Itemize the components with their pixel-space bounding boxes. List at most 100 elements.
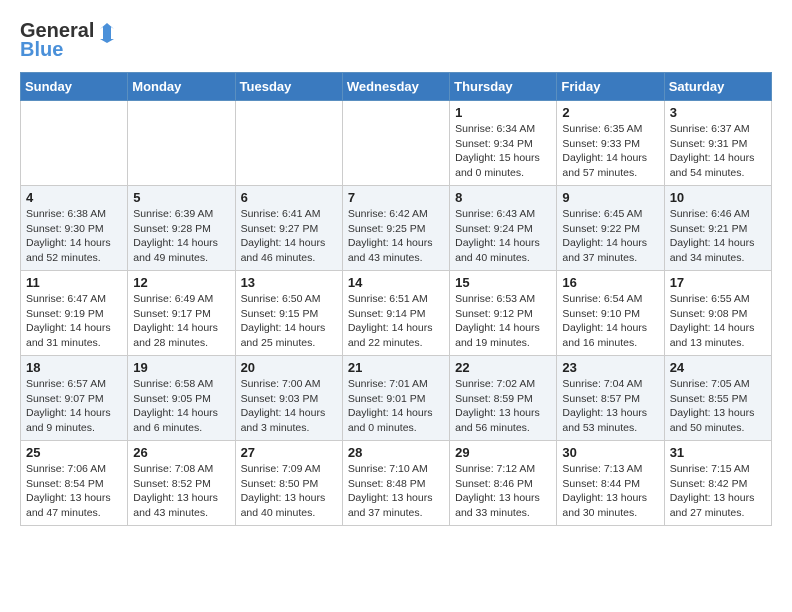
day-number: 21 bbox=[348, 360, 444, 375]
calendar-cell: 31Sunrise: 7:15 AMSunset: 8:42 PMDayligh… bbox=[664, 441, 771, 526]
day-number: 31 bbox=[670, 445, 766, 460]
day-info: Sunrise: 6:47 AMSunset: 9:19 PMDaylight:… bbox=[26, 292, 122, 351]
day-number: 16 bbox=[562, 275, 658, 290]
day-number: 5 bbox=[133, 190, 229, 205]
day-number: 26 bbox=[133, 445, 229, 460]
day-number: 1 bbox=[455, 105, 551, 120]
day-number: 4 bbox=[26, 190, 122, 205]
calendar-cell: 12 Sunrise: 6:49 AMSunset: 9:17 PMDayligh… bbox=[128, 271, 235, 356]
calendar-week-1: 1Sunrise: 6:34 AMSunset: 9:34 PMDaylight… bbox=[21, 101, 772, 186]
day-info: Sunrise: 6:35 AMSunset: 9:33 PMDaylight:… bbox=[562, 122, 658, 181]
day-info: Sunrise: 7:00 AMSunset: 9:03 PMDaylight:… bbox=[241, 377, 337, 436]
day-number: 8 bbox=[455, 190, 551, 205]
calendar-cell: 18 Sunrise: 6:57 AMSunset: 9:07 PMDayligh… bbox=[21, 356, 128, 441]
day-number: 28 bbox=[348, 445, 444, 460]
day-number: 13 bbox=[241, 275, 337, 290]
calendar-week-4: 18 Sunrise: 6:57 AMSunset: 9:07 PMDayligh… bbox=[21, 356, 772, 441]
day-info: Sunrise: 7:02 AMSunset: 8:59 PMDaylight:… bbox=[455, 377, 551, 436]
calendar-cell: 10 Sunrise: 6:46 AMSunset: 9:21 PMDayligh… bbox=[664, 186, 771, 271]
day-number: 18 bbox=[26, 360, 122, 375]
day-info: Sunrise: 6:50 AMSunset: 9:15 PMDaylight:… bbox=[241, 292, 337, 351]
day-info: Sunrise: 6:39 AMSunset: 9:28 PMDaylight:… bbox=[133, 207, 229, 266]
day-info: Sunrise: 6:38 AMSunset: 9:30 PMDaylight:… bbox=[26, 207, 122, 266]
header-day-sunday: Sunday bbox=[21, 73, 128, 101]
logo-bird-icon bbox=[96, 21, 118, 43]
day-info: Sunrise: 6:58 AMSunset: 9:05 PMDaylight:… bbox=[133, 377, 229, 436]
header-day-friday: Friday bbox=[557, 73, 664, 101]
day-info: Sunrise: 6:57 AMSunset: 9:07 PMDaylight:… bbox=[26, 377, 122, 436]
calendar-cell: 1Sunrise: 6:34 AMSunset: 9:34 PMDaylight… bbox=[450, 101, 557, 186]
day-number: 20 bbox=[241, 360, 337, 375]
day-info: Sunrise: 6:51 AMSunset: 9:14 PMDaylight:… bbox=[348, 292, 444, 351]
calendar-cell: 24 Sunrise: 7:05 AMSunset: 8:55 PMDayligh… bbox=[664, 356, 771, 441]
day-info: Sunrise: 6:41 AMSunset: 9:27 PMDaylight:… bbox=[241, 207, 337, 266]
day-number: 7 bbox=[348, 190, 444, 205]
calendar-cell: 30Sunrise: 7:13 AMSunset: 8:44 PMDayligh… bbox=[557, 441, 664, 526]
calendar-cell: 15Sunrise: 6:53 AMSunset: 9:12 PMDayligh… bbox=[450, 271, 557, 356]
day-info: Sunrise: 7:09 AMSunset: 8:50 PMDaylight:… bbox=[241, 462, 337, 521]
calendar-cell: 23 Sunrise: 7:04 AMSunset: 8:57 PMDayligh… bbox=[557, 356, 664, 441]
calendar-cell: 4 Sunrise: 6:38 AMSunset: 9:30 PMDaylight… bbox=[21, 186, 128, 271]
page-header: General Blue bbox=[20, 20, 772, 62]
calendar-cell: 5 Sunrise: 6:39 AMSunset: 9:28 PMDaylight… bbox=[128, 186, 235, 271]
day-info: Sunrise: 6:46 AMSunset: 9:21 PMDaylight:… bbox=[670, 207, 766, 266]
day-info: Sunrise: 6:45 AMSunset: 9:22 PMDaylight:… bbox=[562, 207, 658, 266]
day-number: 3 bbox=[670, 105, 766, 120]
calendar-cell: 19Sunrise: 6:58 AMSunset: 9:05 PMDayligh… bbox=[128, 356, 235, 441]
day-number: 11 bbox=[26, 275, 122, 290]
calendar-header-row: SundayMondayTuesdayWednesdayThursdayFrid… bbox=[21, 73, 772, 101]
logo-blue: Blue bbox=[20, 39, 63, 62]
day-info: Sunrise: 7:08 AMSunset: 8:52 PMDaylight:… bbox=[133, 462, 229, 521]
calendar-cell: 9 Sunrise: 6:45 AMSunset: 9:22 PMDaylight… bbox=[557, 186, 664, 271]
day-info: Sunrise: 7:12 AMSunset: 8:46 PMDaylight:… bbox=[455, 462, 551, 521]
day-number: 6 bbox=[241, 190, 337, 205]
calendar-cell: 8 Sunrise: 6:43 AMSunset: 9:24 PMDaylight… bbox=[450, 186, 557, 271]
calendar-cell: 29 Sunrise: 7:12 AMSunset: 8:46 PMDayligh… bbox=[450, 441, 557, 526]
header-day-thursday: Thursday bbox=[450, 73, 557, 101]
calendar-cell: 25 Sunrise: 7:06 AMSunset: 8:54 PMDayligh… bbox=[21, 441, 128, 526]
day-number: 23 bbox=[562, 360, 658, 375]
logo: General Blue bbox=[20, 20, 118, 62]
calendar-cell: 28Sunrise: 7:10 AMSunset: 8:48 PMDayligh… bbox=[342, 441, 449, 526]
calendar-week-2: 4 Sunrise: 6:38 AMSunset: 9:30 PMDaylight… bbox=[21, 186, 772, 271]
day-info: Sunrise: 6:54 AMSunset: 9:10 PMDaylight:… bbox=[562, 292, 658, 351]
calendar-cell: 11 Sunrise: 6:47 AMSunset: 9:19 PMDayligh… bbox=[21, 271, 128, 356]
calendar-cell: 6 Sunrise: 6:41 AMSunset: 9:27 PMDaylight… bbox=[235, 186, 342, 271]
header-day-monday: Monday bbox=[128, 73, 235, 101]
day-info: Sunrise: 7:06 AMSunset: 8:54 PMDaylight:… bbox=[26, 462, 122, 521]
day-info: Sunrise: 6:49 AMSunset: 9:17 PMDaylight:… bbox=[133, 292, 229, 351]
day-number: 22 bbox=[455, 360, 551, 375]
day-number: 24 bbox=[670, 360, 766, 375]
day-info: Sunrise: 7:04 AMSunset: 8:57 PMDaylight:… bbox=[562, 377, 658, 436]
day-number: 29 bbox=[455, 445, 551, 460]
calendar-cell bbox=[235, 101, 342, 186]
calendar-table: SundayMondayTuesdayWednesdayThursdayFrid… bbox=[20, 72, 772, 526]
day-number: 9 bbox=[562, 190, 658, 205]
calendar-cell: 2 Sunrise: 6:35 AMSunset: 9:33 PMDaylight… bbox=[557, 101, 664, 186]
day-number: 17 bbox=[670, 275, 766, 290]
day-number: 30 bbox=[562, 445, 658, 460]
day-info: Sunrise: 7:05 AMSunset: 8:55 PMDaylight:… bbox=[670, 377, 766, 436]
calendar-week-5: 25 Sunrise: 7:06 AMSunset: 8:54 PMDayligh… bbox=[21, 441, 772, 526]
calendar-cell: 16 Sunrise: 6:54 AMSunset: 9:10 PMDayligh… bbox=[557, 271, 664, 356]
day-info: Sunrise: 6:37 AMSunset: 9:31 PMDaylight:… bbox=[670, 122, 766, 181]
calendar-cell bbox=[342, 101, 449, 186]
day-info: Sunrise: 6:53 AMSunset: 9:12 PMDaylight:… bbox=[455, 292, 551, 351]
day-info: Sunrise: 6:42 AMSunset: 9:25 PMDaylight:… bbox=[348, 207, 444, 266]
header-day-tuesday: Tuesday bbox=[235, 73, 342, 101]
calendar-cell bbox=[128, 101, 235, 186]
calendar-cell: 21Sunrise: 7:01 AMSunset: 9:01 PMDayligh… bbox=[342, 356, 449, 441]
calendar-cell bbox=[21, 101, 128, 186]
day-number: 12 bbox=[133, 275, 229, 290]
calendar-week-3: 11 Sunrise: 6:47 AMSunset: 9:19 PMDayligh… bbox=[21, 271, 772, 356]
day-number: 10 bbox=[670, 190, 766, 205]
day-info: Sunrise: 6:55 AMSunset: 9:08 PMDaylight:… bbox=[670, 292, 766, 351]
header-day-saturday: Saturday bbox=[664, 73, 771, 101]
calendar-cell: 27Sunrise: 7:09 AMSunset: 8:50 PMDayligh… bbox=[235, 441, 342, 526]
day-info: Sunrise: 6:43 AMSunset: 9:24 PMDaylight:… bbox=[455, 207, 551, 266]
day-number: 2 bbox=[562, 105, 658, 120]
calendar-cell: 13 Sunrise: 6:50 AMSunset: 9:15 PMDayligh… bbox=[235, 271, 342, 356]
day-number: 25 bbox=[26, 445, 122, 460]
calendar-cell: 3 Sunrise: 6:37 AMSunset: 9:31 PMDaylight… bbox=[664, 101, 771, 186]
calendar-cell: 17 Sunrise: 6:55 AMSunset: 9:08 PMDayligh… bbox=[664, 271, 771, 356]
